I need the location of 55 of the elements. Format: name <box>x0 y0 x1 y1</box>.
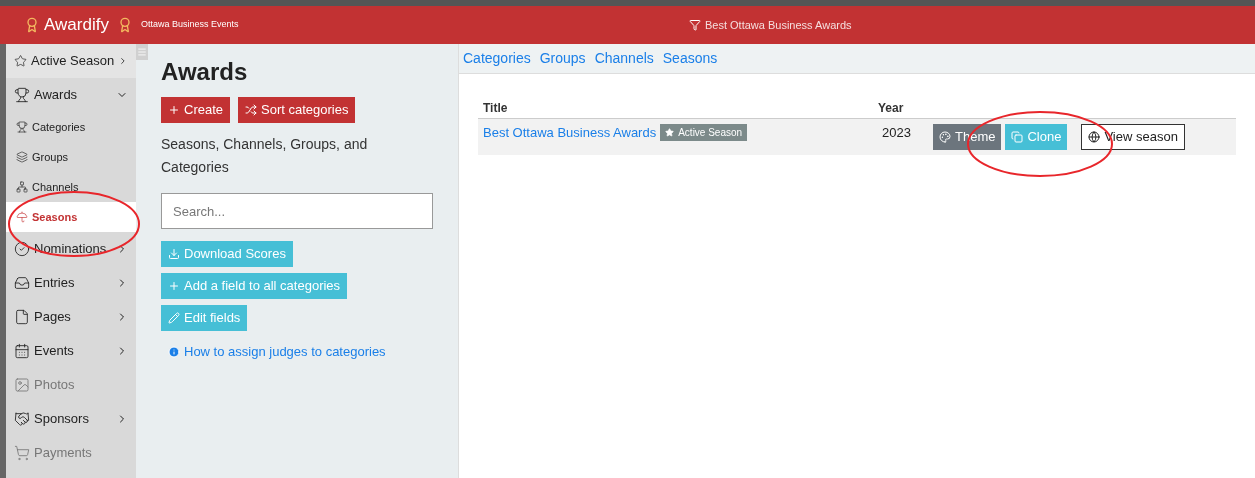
organization-name: Ottawa Business Events <box>140 18 239 32</box>
network-icon <box>16 181 28 193</box>
filter-icon <box>689 19 701 31</box>
sidebar-subitem[interactable]: Seasons <box>6 202 136 232</box>
globe-icon <box>1088 131 1101 143</box>
sidebar-subitem[interactable]: Channels <box>6 172 136 202</box>
pencil-icon <box>168 312 180 324</box>
star-icon <box>665 128 675 138</box>
layers-icon <box>16 151 28 163</box>
column-header: Title <box>482 100 509 117</box>
brand-name: Awardify <box>44 14 109 37</box>
sidebar-item[interactable]: Awards <box>6 78 136 112</box>
menu-icon[interactable] <box>136 44 148 60</box>
tab-link[interactable]: Channels <box>594 48 654 69</box>
year-cell-text: 2023 <box>881 124 912 142</box>
umbrella-icon <box>16 211 28 223</box>
page-icon <box>14 309 30 325</box>
handshake-icon <box>14 411 30 427</box>
plus-icon <box>168 104 180 116</box>
trophy-icon <box>14 87 30 103</box>
palette-icon <box>939 131 951 143</box>
sidebar-item[interactable]: Active Season <box>6 44 136 78</box>
cart-icon <box>14 445 30 461</box>
plus-icon <box>168 280 180 292</box>
tab-link[interactable]: Groups <box>539 48 586 69</box>
search-field[interactable]: Search... <box>161 193 433 229</box>
sidebar-subitem[interactable]: Groups <box>6 142 136 172</box>
sidebar-item[interactable]: Pages <box>6 300 136 334</box>
copy-icon <box>1011 131 1024 143</box>
trophy-icon <box>16 121 28 133</box>
season-link[interactable]: Best Ottawa Business Awards <box>483 123 657 143</box>
tab-link[interactable]: Seasons <box>662 48 718 69</box>
shuffle-icon <box>245 104 258 116</box>
sidebar-item[interactable]: Nominations <box>6 232 136 266</box>
active-season-badge: Active Season <box>660 124 748 142</box>
info-icon <box>168 345 180 358</box>
download-icon <box>168 248 180 260</box>
page-title: Awards <box>161 57 249 87</box>
sidebar-subitem[interactable]: Categories <box>6 112 136 142</box>
check-circle-icon <box>14 241 30 257</box>
primary-button[interactable]: Create <box>161 97 231 123</box>
star-icon <box>14 53 28 69</box>
inbox-icon <box>14 275 30 291</box>
sidebar-item[interactable]: Sponsors <box>6 402 136 436</box>
image-icon <box>14 377 30 393</box>
panel-description: Seasons, Channels, Groups, and Categories <box>161 135 369 177</box>
season-filter[interactable]: Best Ottawa Business Awards <box>705 16 852 34</box>
calendar-icon <box>14 343 30 359</box>
tab-link[interactable]: Categories <box>463 48 531 69</box>
help-link[interactable]: How to assign judges to categories <box>184 342 386 362</box>
sidebar-item[interactable]: Entries <box>6 266 136 300</box>
primary-button[interactable]: Sort categories <box>238 97 356 123</box>
column-header: Year <box>878 100 904 117</box>
award-icon <box>24 17 40 33</box>
sidebar-item[interactable]: Events <box>6 334 136 368</box>
